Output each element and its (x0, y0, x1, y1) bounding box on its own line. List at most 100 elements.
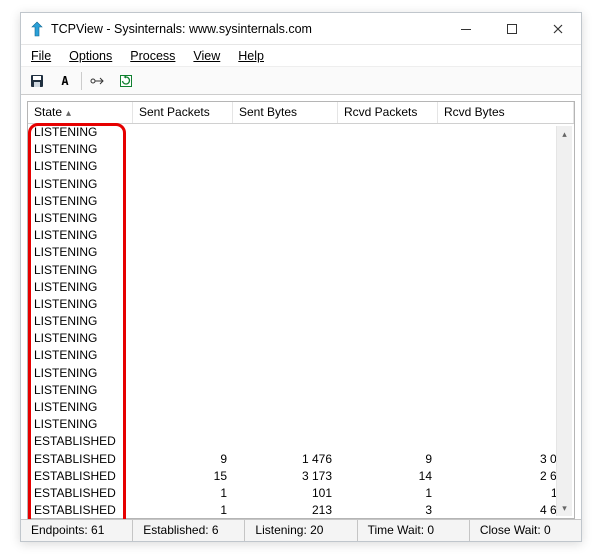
table-row[interactable]: LISTENING (28, 176, 574, 193)
cell (438, 296, 574, 313)
status-time-wait: Time Wait: 0 (358, 520, 470, 541)
table-row[interactable]: ESTABLISHED91 47693 059 (28, 451, 574, 468)
table-row[interactable]: ESTABLISHED (28, 433, 574, 450)
menu-file[interactable]: File (27, 47, 55, 65)
vertical-scrollbar[interactable]: ▴ ▾ (556, 126, 572, 516)
column-sent-bytes[interactable]: Sent Bytes (233, 102, 338, 123)
cell (233, 158, 338, 175)
cell: LISTENING (28, 124, 133, 141)
table-row[interactable]: LISTENING (28, 416, 574, 433)
cell: ESTABLISHED (28, 468, 133, 485)
connection-list[interactable]: State▴ Sent Packets Sent Bytes Rcvd Pack… (27, 101, 575, 519)
cell (133, 279, 233, 296)
table-row[interactable]: LISTENING (28, 244, 574, 261)
cell (338, 399, 438, 416)
cell (133, 176, 233, 193)
column-rcvd-bytes[interactable]: Rcvd Bytes (438, 102, 574, 123)
maximize-button[interactable] (489, 13, 535, 44)
cell (338, 416, 438, 433)
status-close-wait: Close Wait: 0 (470, 520, 581, 541)
cell: 1 (133, 485, 233, 502)
cell (438, 365, 574, 382)
cell (338, 296, 438, 313)
cell (438, 416, 574, 433)
cell (133, 296, 233, 313)
scroll-up-icon[interactable]: ▴ (557, 126, 572, 142)
cell: LISTENING (28, 176, 133, 193)
table-row[interactable]: LISTENING (28, 262, 574, 279)
scroll-track[interactable] (557, 142, 572, 500)
scroll-down-icon[interactable]: ▾ (557, 500, 572, 516)
table-row[interactable]: ESTABLISHED153 173142 654 (28, 468, 574, 485)
cell (133, 347, 233, 364)
cell (133, 210, 233, 227)
cell (438, 227, 574, 244)
cell (233, 416, 338, 433)
save-button[interactable] (25, 70, 49, 92)
cell (438, 262, 574, 279)
table-row[interactable]: LISTENING (28, 279, 574, 296)
rows-container: LISTENINGLISTENINGLISTENINGLISTENINGLIST… (28, 124, 574, 518)
cell (133, 399, 233, 416)
close-button[interactable] (535, 13, 581, 44)
refresh-button[interactable] (114, 70, 138, 92)
cell: LISTENING (28, 141, 133, 158)
cell (438, 279, 574, 296)
table-row[interactable]: LISTENING (28, 193, 574, 210)
cell (133, 244, 233, 261)
cell: LISTENING (28, 158, 133, 175)
table-row[interactable]: LISTENING (28, 141, 574, 158)
app-window: TCPView - Sysinternals: www.sysinternals… (20, 12, 582, 542)
cell (233, 296, 338, 313)
cell: 14 (338, 468, 438, 485)
table-row[interactable]: LISTENING (28, 382, 574, 399)
table-row[interactable]: LISTENING (28, 347, 574, 364)
cell (438, 176, 574, 193)
cell (438, 433, 574, 450)
connection-button[interactable] (86, 70, 110, 92)
menu-options[interactable]: Options (65, 47, 116, 65)
table-row[interactable]: ESTABLISHED121334 647 (28, 502, 574, 518)
table-row[interactable]: LISTENING (28, 365, 574, 382)
menu-process[interactable]: Process (126, 47, 179, 65)
column-state[interactable]: State▴ (28, 102, 133, 123)
menu-view[interactable]: View (189, 47, 224, 65)
column-sent-packets[interactable]: Sent Packets (133, 102, 233, 123)
client-area: State▴ Sent Packets Sent Bytes Rcvd Pack… (21, 95, 581, 519)
table-row[interactable]: ESTABLISHED11011117 (28, 485, 574, 502)
cell (233, 433, 338, 450)
cell: LISTENING (28, 279, 133, 296)
cell (133, 141, 233, 158)
cell (338, 141, 438, 158)
font-button[interactable]: A (53, 70, 77, 92)
cell (233, 176, 338, 193)
table-row[interactable]: LISTENING (28, 158, 574, 175)
app-icon (29, 21, 45, 37)
status-endpoints: Endpoints: 61 (21, 520, 133, 541)
cell (338, 433, 438, 450)
table-row[interactable]: LISTENING (28, 330, 574, 347)
cell: LISTENING (28, 313, 133, 330)
cell (233, 227, 338, 244)
menu-help[interactable]: Help (234, 47, 268, 65)
cell (438, 347, 574, 364)
status-established: Established: 6 (133, 520, 245, 541)
table-row[interactable]: LISTENING (28, 227, 574, 244)
cell (338, 382, 438, 399)
table-row[interactable]: LISTENING (28, 313, 574, 330)
cell (338, 365, 438, 382)
cell (438, 210, 574, 227)
cell (233, 244, 338, 261)
cell (338, 176, 438, 193)
cell: 3 173 (233, 468, 338, 485)
table-row[interactable]: LISTENING (28, 210, 574, 227)
cell (133, 262, 233, 279)
table-row[interactable]: LISTENING (28, 399, 574, 416)
cell: 9 (338, 451, 438, 468)
table-row[interactable]: LISTENING (28, 124, 574, 141)
toolbar-separator (81, 72, 82, 90)
cell: LISTENING (28, 227, 133, 244)
column-rcvd-packets[interactable]: Rcvd Packets (338, 102, 438, 123)
table-row[interactable]: LISTENING (28, 296, 574, 313)
minimize-button[interactable] (443, 13, 489, 44)
